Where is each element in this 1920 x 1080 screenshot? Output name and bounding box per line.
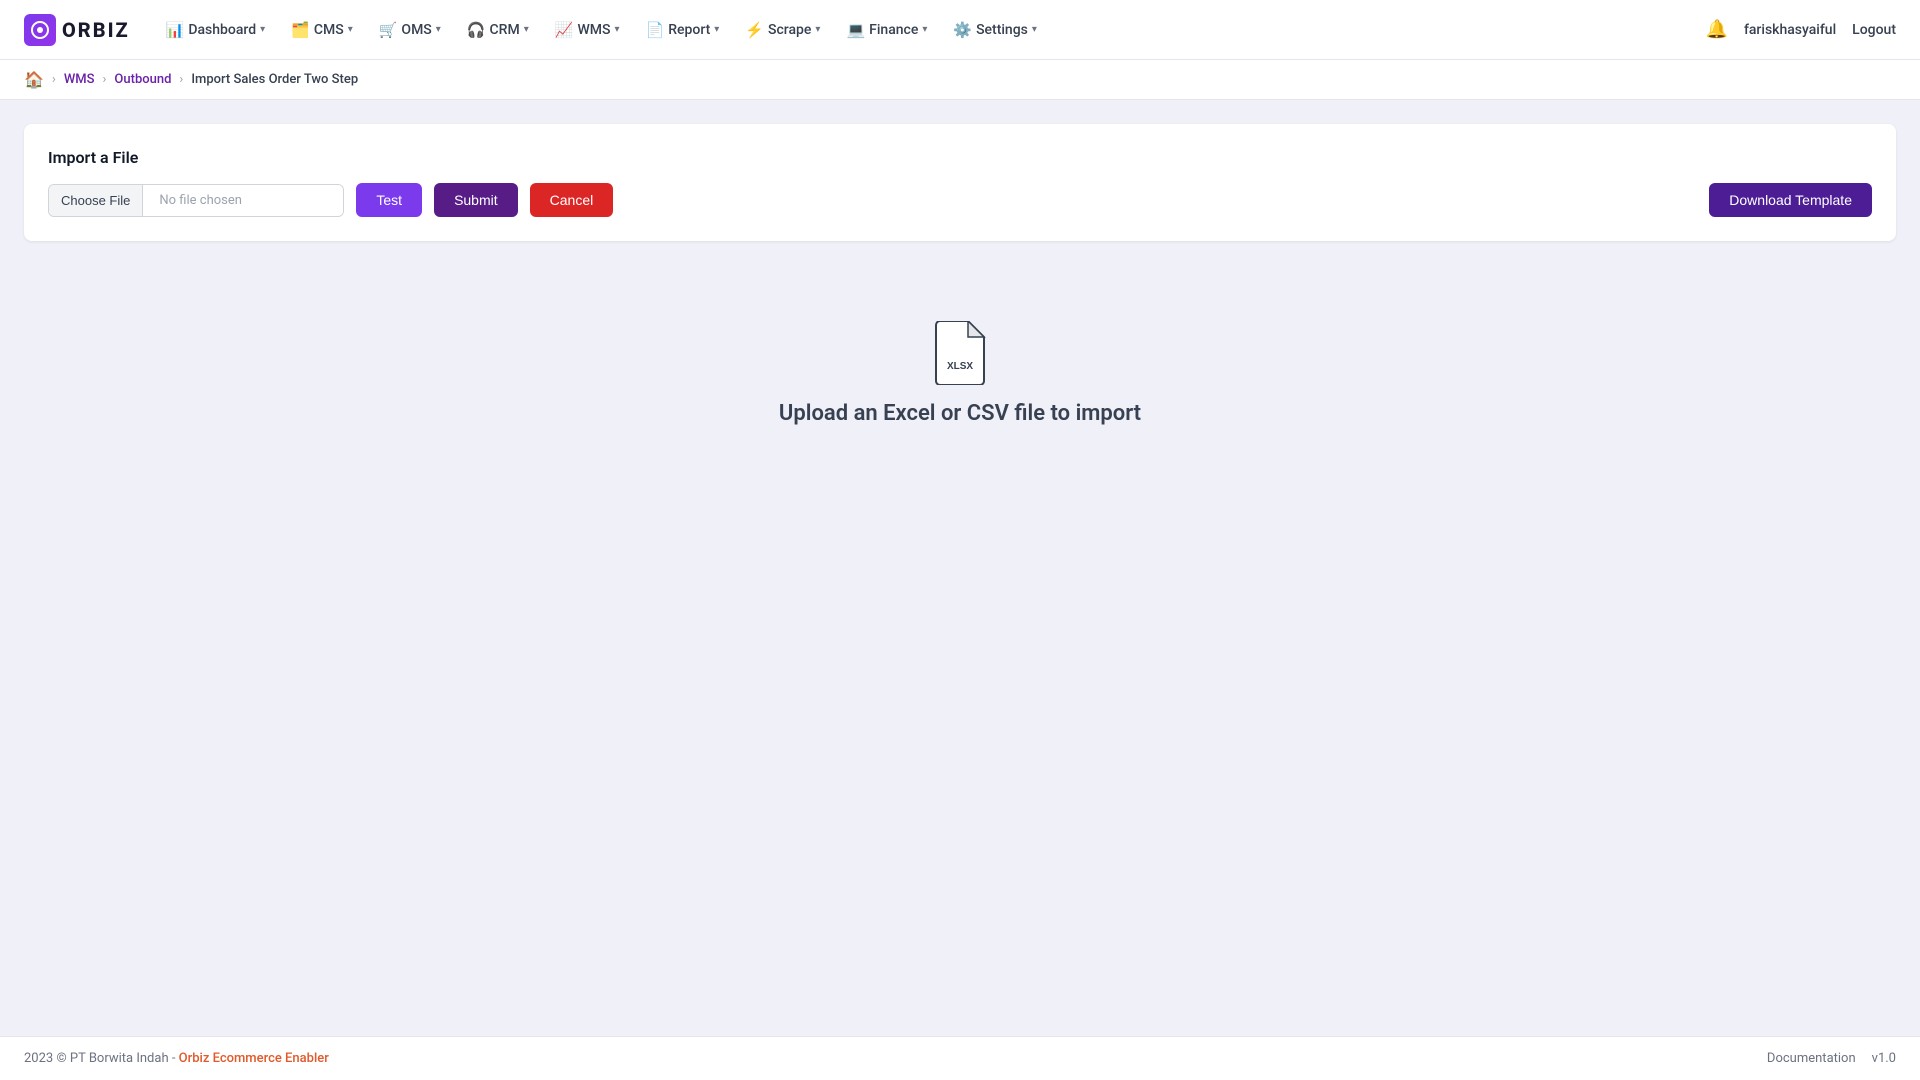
dashboard-icon: 📊 (166, 21, 185, 39)
test-button[interactable]: Test (356, 183, 422, 217)
main-content: Import a File Choose File No file chosen… (0, 100, 1920, 1036)
nav-item-report[interactable]: 📄 Report ▾ (634, 13, 732, 47)
crm-icon: 🎧 (467, 21, 486, 39)
import-card: Import a File Choose File No file chosen… (24, 124, 1896, 241)
nav-item-oms[interactable]: 🛒 OMS ▾ (367, 13, 453, 47)
footer-right: Documentation v1.0 (1767, 1051, 1896, 1066)
navbar: ORBIZ 📊 Dashboard ▾ 🗂️ CMS ▾ 🛒 OMS ▾ 🎧 C… (0, 0, 1920, 60)
logout-button[interactable]: Logout (1852, 22, 1896, 38)
submit-button[interactable]: Submit (434, 183, 518, 217)
cancel-button[interactable]: Cancel (530, 183, 614, 217)
breadcrumb-sep: › (52, 72, 56, 87)
chevron-down-icon: ▾ (815, 24, 820, 35)
breadcrumb: 🏠 › WMS › Outbound › Import Sales Order … (0, 60, 1920, 100)
footer-brand-link[interactable]: Orbiz Ecommerce Enabler (179, 1051, 329, 1066)
breadcrumb-outbound[interactable]: Outbound (114, 72, 171, 87)
logo-text: ORBIZ (62, 18, 130, 42)
nav-item-cms[interactable]: 🗂️ CMS ▾ (279, 13, 365, 47)
svg-text:XLSX: XLSX (947, 361, 973, 372)
file-name-display: No file chosen (143, 185, 343, 216)
chevron-down-icon: ▾ (348, 24, 353, 35)
nav-item-crm[interactable]: 🎧 CRM ▾ (455, 13, 541, 47)
breadcrumb-sep: › (179, 72, 183, 87)
footer-doc-label[interactable]: Documentation (1767, 1051, 1856, 1066)
finance-icon: 💻 (846, 21, 865, 39)
chevron-down-icon: ▾ (260, 24, 265, 35)
logo-icon (24, 14, 56, 46)
username-label[interactable]: fariskhasyaiful (1744, 22, 1836, 38)
wms-icon: 📈 (555, 21, 574, 39)
nav-item-scrape[interactable]: ⚡ Scrape ▾ (733, 13, 832, 47)
nav-items: 📊 Dashboard ▾ 🗂️ CMS ▾ 🛒 OMS ▾ 🎧 CRM ▾ 📈… (154, 13, 1698, 47)
choose-file-button[interactable]: Choose File (49, 185, 143, 216)
bell-icon[interactable]: 🔔 (1706, 19, 1728, 40)
file-input-wrapper: Choose File No file chosen (48, 184, 344, 217)
scrape-icon: ⚡ (745, 21, 764, 39)
nav-item-dashboard[interactable]: 📊 Dashboard ▾ (154, 13, 277, 47)
settings-icon: ⚙️ (953, 21, 972, 39)
breadcrumb-sep: › (103, 72, 107, 87)
footer-left: 2023 © PT Borwita Indah - Orbiz Ecommerc… (24, 1051, 329, 1066)
oms-icon: 🛒 (379, 21, 398, 39)
chevron-down-icon: ▾ (922, 24, 927, 35)
home-icon[interactable]: 🏠 (24, 70, 44, 89)
footer: 2023 © PT Borwita Indah - Orbiz Ecommerc… (0, 1036, 1920, 1080)
chevron-down-icon: ▾ (714, 24, 719, 35)
nav-item-settings[interactable]: ⚙️ Settings ▾ (941, 13, 1049, 47)
nav-item-wms[interactable]: 📈 WMS ▾ (543, 13, 632, 47)
footer-copyright: 2023 © PT Borwita Indah - (24, 1051, 179, 1066)
empty-state: XLSX Upload an Excel or CSV file to impo… (24, 241, 1896, 506)
download-template-button[interactable]: Download Template (1709, 183, 1872, 217)
breadcrumb-current: Import Sales Order Two Step (191, 72, 358, 87)
logo[interactable]: ORBIZ (24, 14, 130, 46)
xlsx-file-icon: XLSX (932, 321, 988, 385)
report-icon: 📄 (646, 21, 665, 39)
nav-item-finance[interactable]: 💻 Finance ▾ (834, 13, 939, 47)
file-input-row: Choose File No file chosen Test Submit C… (48, 183, 1872, 217)
chevron-down-icon: ▾ (524, 24, 529, 35)
footer-version: v1.0 (1872, 1051, 1896, 1066)
card-title: Import a File (48, 148, 1872, 167)
nav-right: 🔔 fariskhasyaiful Logout (1706, 19, 1896, 40)
chevron-down-icon: ▾ (1032, 24, 1037, 35)
empty-state-text: Upload an Excel or CSV file to import (779, 401, 1141, 426)
breadcrumb-wms[interactable]: WMS (64, 72, 95, 87)
cms-icon: 🗂️ (291, 21, 310, 39)
chevron-down-icon: ▾ (614, 24, 619, 35)
chevron-down-icon: ▾ (436, 24, 441, 35)
